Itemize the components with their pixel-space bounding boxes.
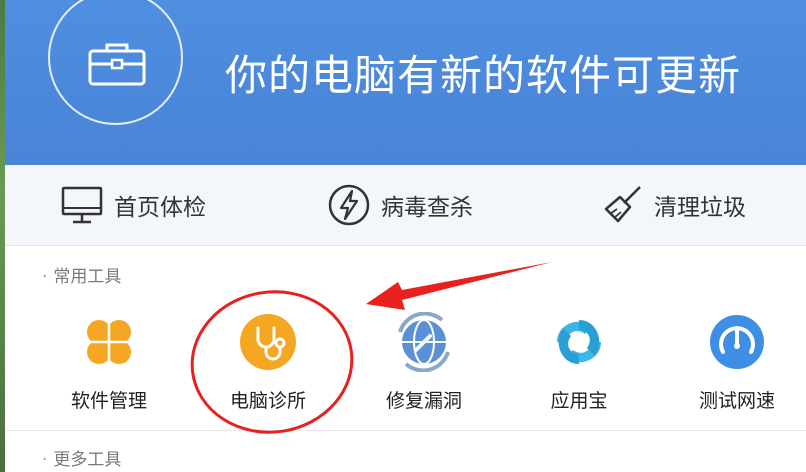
tool-label: 应用宝: [550, 390, 608, 412]
repair-globe-icon: [398, 311, 450, 373]
tool-label: 修复漏洞: [385, 390, 462, 412]
tab-label: 首页体检: [114, 195, 206, 221]
tab-home-checkup[interactable]: 首页体检: [60, 181, 206, 229]
section-title: 更多工具: [53, 450, 122, 470]
tool-label: 电脑诊所: [229, 390, 306, 412]
clover-icon: [87, 320, 131, 364]
toolbox-icon: [88, 43, 146, 86]
toolbox-badge[interactable]: [48, 0, 183, 125]
tool-fix-vulnerabilities[interactable]: 修复漏洞: [364, 311, 484, 412]
speed-gauge-icon: [710, 315, 764, 369]
header-banner: 你的电脑有新的软件可更新: [5, 0, 806, 165]
broom-icon: [604, 186, 641, 223]
main-tabs: 首页体检 病毒查杀 清理垃圾: [5, 165, 806, 246]
stethoscope-icon: [240, 314, 296, 370]
tool-speed-test[interactable]: 测试网速: [677, 312, 797, 412]
app-store-icon: [557, 320, 601, 364]
tool-label: 软件管理: [70, 390, 147, 412]
tab-label: 病毒查杀: [381, 195, 473, 221]
tool-pc-clinic[interactable]: 电脑诊所: [208, 312, 328, 412]
annotation-arrow: [366, 262, 552, 310]
tab-virus-scan[interactable]: 病毒查杀: [327, 181, 473, 229]
tool-label: 测试网速: [698, 390, 775, 412]
tool-app-store[interactable]: 应用宝: [519, 312, 639, 412]
section-common-tools: · 常用工具: [42, 267, 122, 287]
section-divider: [5, 430, 806, 431]
tool-software-manager[interactable]: 软件管理: [49, 312, 169, 412]
section-more-tools: · 更多工具: [42, 450, 122, 470]
tab-clean-junk[interactable]: 清理垃圾: [600, 181, 746, 229]
section-title: 常用工具: [53, 267, 122, 287]
tab-label: 清理垃圾: [654, 195, 746, 221]
monitor-icon: [61, 186, 103, 224]
update-notice-title: 你的电脑有新的软件可更新: [225, 51, 742, 100]
lightning-icon: [328, 184, 370, 226]
